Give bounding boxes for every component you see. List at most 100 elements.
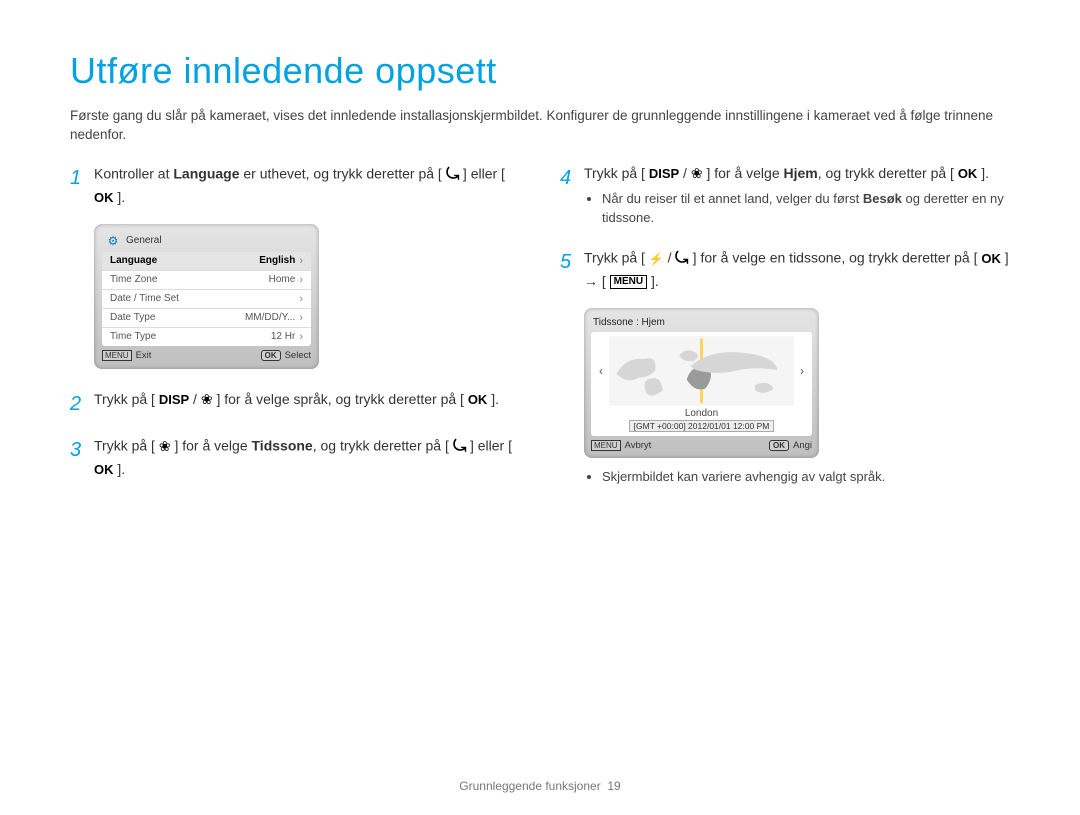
world-map-svg	[609, 336, 794, 406]
text: /	[664, 250, 676, 266]
step-body: Kontroller at Language er uthevet, og tr…	[94, 163, 520, 208]
list-item: Skjermbildet kan variere avhengig av val…	[602, 468, 1010, 486]
list-item: Når du reiser til et annet land, velger …	[602, 190, 1010, 226]
text: ].	[977, 165, 989, 181]
text: Kontroller at	[94, 165, 173, 181]
page-footer: Grunnleggende funksjoner 19	[0, 779, 1080, 793]
text: Når du reiser til et annet land, velger …	[602, 191, 863, 206]
gmt-box: [GMT +00:00] 2012/01/01 12:00 PM	[629, 420, 775, 432]
label: Avbryt	[625, 440, 652, 451]
ok-icon: OK	[261, 350, 281, 361]
step-2: 2 Trykk på [ / ] for å velge språk, og t…	[70, 389, 520, 419]
city-label: London	[597, 408, 806, 419]
ok-icon	[981, 249, 1001, 269]
text: ].	[487, 391, 499, 407]
ok-icon	[958, 164, 978, 184]
text: Trykk på [	[94, 437, 159, 453]
chevron-right-icon	[299, 274, 303, 286]
timezone-map-panel: Tidssone : Hjem ‹	[584, 308, 819, 458]
text: ] for å velge språk, og trykk deretter p…	[213, 391, 468, 407]
next-timezone-button[interactable]: ›	[798, 364, 806, 378]
cancel-button[interactable]: MENUAvbryt	[591, 440, 651, 451]
menu-icon	[610, 275, 647, 289]
lcd-row-datetime[interactable]: Date / Time Set	[102, 290, 311, 309]
ok-icon	[94, 188, 114, 208]
footer-page-number: 19	[607, 779, 620, 793]
step-number: 2	[70, 389, 94, 419]
chevron-right-icon	[299, 331, 303, 343]
row-label: Time Type	[110, 331, 156, 342]
step-body: Trykk på [ / ] for å velge Hjem, og tryk…	[584, 163, 1010, 231]
step-body: Trykk på [ / ] for å velge språk, og try…	[94, 389, 520, 419]
step-number: 1	[70, 163, 94, 208]
final-notes: Skjermbildet kan variere avhengig av val…	[560, 468, 1010, 486]
select-button[interactable]: OK Select	[261, 350, 311, 361]
label: Select	[285, 350, 311, 361]
manual-page: Utføre innledende oppsett Første gang du…	[0, 0, 1080, 815]
text: ].	[114, 189, 126, 205]
row-value: 12 Hr	[271, 331, 295, 342]
text: ] for å velge	[703, 165, 784, 181]
row-label: Time Zone	[110, 274, 157, 285]
timer-icon	[675, 247, 688, 271]
disp-icon	[159, 390, 189, 410]
macro-icon	[691, 163, 703, 184]
step-4: 4 Trykk på [ / ] for å velge Hjem, og tr…	[560, 163, 1010, 231]
row-label: Language	[110, 255, 157, 266]
map-title: Tidssone : Hjem	[591, 315, 812, 332]
bold-text: Hjem	[784, 165, 818, 181]
text: /	[189, 391, 201, 407]
set-button[interactable]: OKAngi	[769, 440, 812, 451]
map-frame: ‹	[591, 332, 812, 436]
text: ] for å velge en tidssone, og trykk dere…	[689, 250, 982, 266]
timer-icon	[446, 163, 459, 187]
text: ] for å velge	[171, 437, 252, 453]
macro-icon	[201, 389, 213, 410]
intro-text: Første gang du slår på kameraet, vises d…	[70, 106, 1010, 145]
lcd-row-timetype[interactable]: Time Type 12 Hr	[102, 328, 311, 346]
prev-timezone-button[interactable]: ‹	[597, 364, 605, 378]
step-1: 1 Kontroller at Language er uthevet, og …	[70, 163, 520, 208]
chevron-right-icon	[299, 255, 303, 267]
step-body: Trykk på [ / ] for å velge en tidssone, …	[584, 247, 1010, 292]
exit-button[interactable]: MENUExit	[102, 350, 151, 361]
step-number: 5	[560, 247, 584, 292]
text: /	[679, 165, 691, 181]
gear-icon	[106, 234, 120, 248]
lcd-row-datetype[interactable]: Date Type MM/DD/Y...	[102, 309, 311, 328]
row-value: English	[259, 255, 295, 266]
lcd-footer: MENUExit OK Select	[102, 346, 311, 361]
lcd-row-language[interactable]: Language English	[102, 252, 311, 271]
ok-icon: OK	[769, 440, 789, 451]
bold-text: Tidssone	[252, 437, 313, 453]
step-number: 4	[560, 163, 584, 231]
row-label: Date Type	[110, 312, 155, 323]
text: ] eller [	[466, 437, 512, 453]
text: , og trykk deretter på [	[313, 437, 453, 453]
text: ].	[647, 273, 659, 289]
text: ] eller [	[459, 165, 505, 181]
right-column: 4 Trykk på [ / ] for å velge Hjem, og tr…	[560, 163, 1010, 496]
gmt-row: [GMT +00:00] 2012/01/01 12:00 PM	[597, 420, 806, 432]
map-row: ‹	[597, 336, 806, 406]
lcd-row-timezone[interactable]: Time Zone Home	[102, 271, 311, 290]
row-label: Date / Time Set	[110, 293, 179, 304]
step-number: 3	[70, 435, 94, 480]
bold-text: Language	[173, 165, 239, 181]
chevron-right-icon	[299, 312, 303, 324]
label: Exit	[136, 350, 152, 361]
settings-lcd-panel: General Language English Time Zone Home …	[94, 224, 319, 369]
text: Trykk på [	[584, 250, 649, 266]
map-footer: MENUAvbryt OKAngi	[591, 436, 812, 451]
world-map	[609, 336, 794, 406]
macro-icon	[159, 436, 171, 457]
flash-icon	[649, 250, 664, 268]
footer-section: Grunnleggende funksjoner	[459, 779, 600, 793]
text: ].	[114, 461, 126, 477]
disp-icon	[649, 164, 679, 184]
timer-icon	[453, 435, 466, 459]
step-4-notes: Når du reiser til et annet land, velger …	[584, 190, 1010, 226]
step-5: 5 Trykk på [ / ] for å velge en tidssone…	[560, 247, 1010, 292]
page-title: Utføre innledende oppsett	[70, 50, 1010, 92]
text: er uthevet, og trykk deretter på [	[240, 165, 446, 181]
